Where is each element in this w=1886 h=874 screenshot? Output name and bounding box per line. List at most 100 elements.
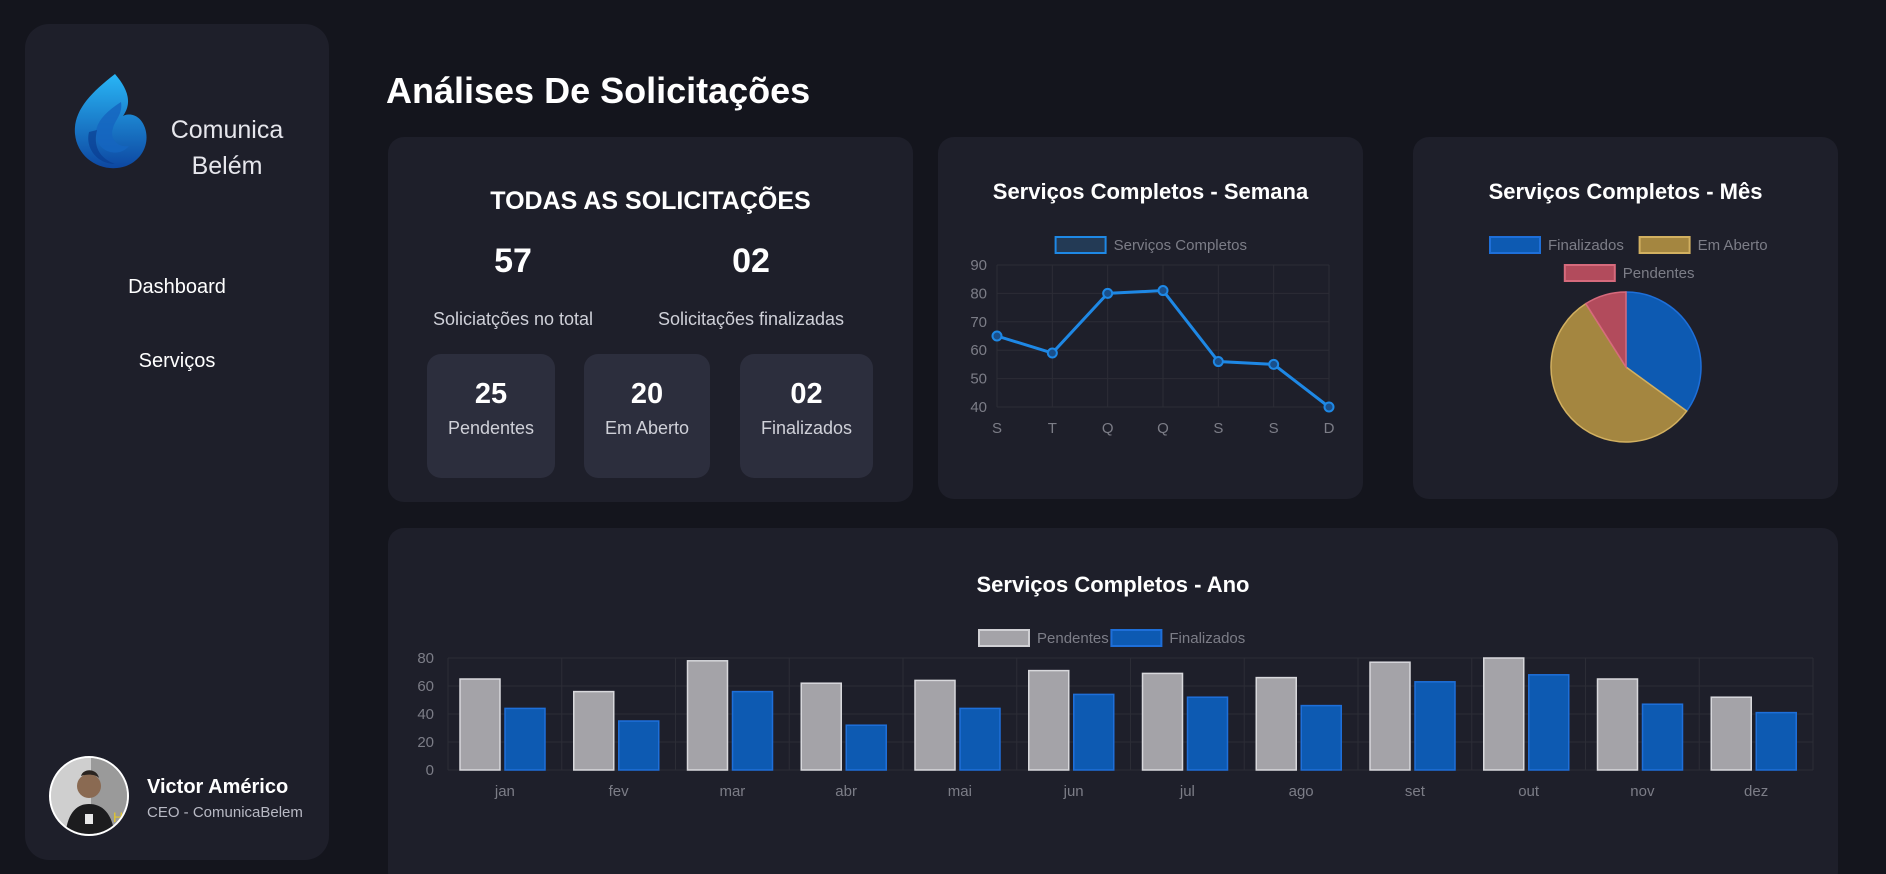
bar-finalizados-mar	[731, 690, 774, 771]
legend-label-1: Finalizados	[1169, 630, 1245, 647]
week-x-tick: D	[1324, 420, 1335, 437]
bar-finalizados-mai	[959, 707, 1001, 771]
year-x-tick: mar	[719, 783, 745, 800]
summary-title: TODAS AS SOLICITAÇÕES	[490, 187, 811, 215]
legend-label-0: Finalizados	[1548, 237, 1624, 254]
sidebar-item-dashboard[interactable]: Dashboard	[25, 276, 329, 299]
finalized-label: Finalizados	[760, 418, 853, 438]
legend-swatch-0	[1489, 236, 1541, 254]
year-x-tick: abr	[835, 783, 857, 800]
bar-pendentes-jun	[1028, 669, 1070, 771]
pending-box[interactable]: 25 Pendentes	[427, 354, 555, 478]
legend-label-0: Pendentes	[1623, 265, 1695, 282]
finalized-box[interactable]: 02 Finalizados	[740, 354, 873, 478]
brand-logo[interactable]: Comunica Belém	[69, 72, 309, 192]
bar-finalizados-nov	[1641, 703, 1684, 771]
bar-finalizados-dez	[1755, 711, 1797, 771]
week-x-tick: S	[992, 420, 1002, 437]
legend-label-0: Serviços Completos	[1114, 237, 1247, 254]
open-label: Em Aberto	[604, 418, 690, 438]
finalized-count: 02	[790, 378, 823, 410]
brand-name-line1: Comunica	[170, 116, 284, 144]
legend-swatch-0	[978, 629, 1030, 647]
year-x-tick: jan	[494, 783, 515, 800]
week-data-point	[991, 330, 1003, 342]
bar-pendentes-nov	[1596, 678, 1639, 771]
flame-logo-icon	[74, 74, 147, 169]
finalized-requests-label: Solicitações finalizadas	[657, 309, 845, 329]
bar-pendentes-ago	[1255, 676, 1297, 771]
legend-label-1: Em Aberto	[1698, 237, 1768, 254]
user-profile[interactable]: H Victor Américo CEO - ComunicaBelem	[49, 756, 319, 840]
year-x-tick: dez	[1744, 783, 1768, 800]
legend-swatch-0	[1054, 236, 1107, 254]
legend-swatch-1	[1638, 236, 1691, 254]
year-y-tick: 80	[417, 650, 434, 667]
week-x-tick: Q	[1157, 420, 1169, 437]
month-pie-chart: Finalizados Em AbertoPendentes	[1489, 236, 1768, 443]
week-y-tick: 40	[970, 399, 987, 416]
svg-text:H: H	[113, 809, 123, 825]
year-x-tick: jul	[1179, 783, 1195, 800]
page-title: Análises De Solicitações	[386, 70, 811, 111]
week-x-tick: S	[1213, 420, 1223, 437]
week-y-tick: 80	[970, 285, 987, 302]
profile-name: Victor Américo	[147, 776, 289, 798]
year-x-tick: jun	[1063, 783, 1084, 800]
summary-card: TODAS AS SOLICITAÇÕES 57 Soliciatções no…	[388, 137, 913, 502]
year-x-tick: out	[1518, 783, 1540, 800]
bar-finalizados-abr	[845, 724, 887, 771]
pending-count: 25	[474, 378, 508, 410]
week-y-tick: 90	[970, 257, 987, 274]
year-x-tick: fev	[609, 783, 630, 800]
bar-finalizados-out	[1528, 674, 1570, 771]
legend-label-0: Pendentes	[1037, 630, 1109, 647]
bar-finalizados-fev	[618, 720, 660, 771]
week-y-tick: 50	[970, 371, 987, 388]
user-photo-icon: H	[51, 758, 127, 834]
bar-pendentes-mar	[686, 660, 729, 771]
profile-role: CEO - ComunicaBelem	[147, 804, 303, 821]
year-y-tick: 60	[417, 678, 434, 695]
bar-finalizados-ago	[1300, 704, 1342, 771]
brand-name-line2: Belém	[191, 152, 263, 180]
pending-label: Pendentes	[447, 418, 535, 438]
total-requests-label: Soliciatções no total	[432, 309, 594, 329]
week-data-point	[1323, 401, 1335, 413]
bar-pendentes-jan	[459, 678, 501, 771]
sidebar: Comunica Belém Dashboard Serviços H Vict…	[25, 24, 329, 860]
bar-pendentes-mai	[914, 679, 956, 771]
week-data-point	[1212, 356, 1224, 368]
year-x-tick: ago	[1289, 783, 1314, 800]
finalized-requests-value: 02	[732, 242, 770, 280]
week-data-point	[1157, 285, 1169, 297]
avatar: H	[49, 756, 129, 836]
open-box[interactable]: 20 Em Aberto	[584, 354, 710, 478]
total-requests-value: 57	[494, 242, 532, 280]
week-chart-card: Serviços Completos - Semana Serviços Com…	[938, 137, 1363, 499]
bar-pendentes-dez	[1710, 696, 1752, 771]
sidebar-item-servicos[interactable]: Serviços	[25, 350, 329, 373]
year-x-tick: nov	[1630, 783, 1655, 800]
month-chart-card: Serviços Completos - Mês Finalizados Em A…	[1413, 137, 1838, 499]
bar-pendentes-out	[1483, 657, 1525, 771]
legend-swatch-1	[1110, 629, 1163, 647]
week-y-tick: 70	[970, 314, 987, 331]
year-y-tick: 20	[417, 734, 434, 751]
year-y-tick: 40	[417, 706, 434, 723]
year-x-tick: set	[1405, 783, 1426, 800]
week-line-chart: Serviços Completos 40 50 60 70 80 90 S T Q Q S S D	[970, 236, 1335, 437]
open-count: 20	[630, 378, 664, 410]
bar-pendentes-abr	[800, 682, 842, 771]
brand-name: Comunica Belém	[157, 112, 297, 184]
week-y-tick: 60	[970, 342, 987, 359]
bar-pendentes-set	[1369, 661, 1411, 771]
week-data-point	[1268, 358, 1280, 370]
week-x-tick: S	[1269, 420, 1279, 437]
year-bar-chart: Pendentes Finalizados 0 20 40 60 80 jan fev mar ab…	[417, 629, 1814, 800]
bar-pendentes-jul	[1141, 672, 1184, 771]
year-chart-card: Serviços Completos - Ano Pendentes Finali…	[388, 528, 1838, 874]
bar-finalizados-jun	[1073, 693, 1115, 771]
bar-finalizados-set	[1414, 681, 1456, 771]
week-x-tick: Q	[1102, 420, 1114, 437]
